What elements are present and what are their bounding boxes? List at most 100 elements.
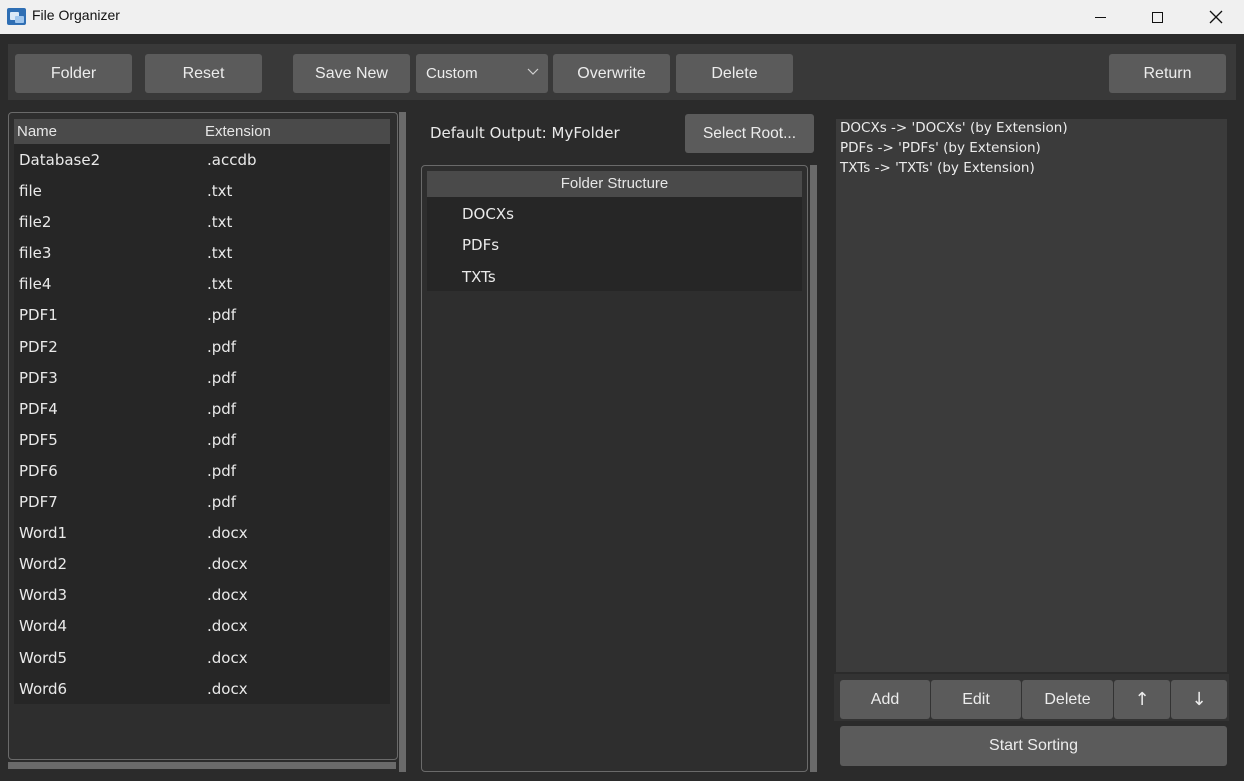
file-name-cell: Word4 — [19, 617, 68, 636]
move-down-icon[interactable]: ↓ — [1171, 680, 1227, 719]
table-row[interactable]: Word3 .docx — [14, 579, 390, 610]
table-row[interactable]: PDF3 .pdf — [14, 362, 390, 393]
rule-list-item[interactable]: TXTs -> 'TXTs' (by Extension) — [840, 160, 1035, 176]
minimize-button[interactable] — [1071, 0, 1129, 34]
title-bar: File Organizer — [0, 0, 1244, 34]
table-row[interactable]: file2 .txt — [14, 206, 390, 237]
file-name-cell: Word2 — [19, 555, 68, 574]
maximize-button[interactable] — [1128, 0, 1186, 34]
file-table-body: Database2 .accdb file .txt file2 .txt file3 .tx… — [14, 144, 390, 704]
column-header-name[interactable]: Name — [17, 123, 57, 140]
file-name-cell: PDF7 — [19, 493, 58, 512]
table-row[interactable]: PDF6 .pdf — [14, 455, 390, 486]
rule-list-item[interactable]: PDFs -> 'PDFs' (by Extension) — [840, 140, 1041, 156]
folder-structure-scrollbar[interactable] — [810, 165, 817, 772]
folder-tree-item-label: DOCXs — [462, 205, 514, 223]
file-extension-cell: .docx — [207, 524, 248, 543]
table-row[interactable]: PDF5 .pdf — [14, 424, 390, 455]
file-name-cell: Word3 — [19, 586, 68, 605]
table-row[interactable]: Word1 .docx — [14, 517, 390, 548]
file-extension-cell: .docx — [207, 648, 248, 667]
file-extension-cell: .docx — [207, 617, 248, 636]
file-table: Name Extension Database2 .accdb file .txt fi… — [14, 119, 390, 704]
file-name-cell: file4 — [19, 275, 52, 294]
file-name-cell: PDF4 — [19, 399, 58, 418]
file-extension-cell: .pdf — [207, 461, 237, 480]
rules-list[interactable]: DOCXs -> 'DOCXs' (by Extension) PDFs -> '… — [836, 119, 1227, 672]
table-row[interactable]: PDF4 .pdf — [14, 393, 390, 424]
column-header-extension[interactable]: Extension — [205, 123, 271, 140]
edit-rule-button[interactable]: Edit — [931, 680, 1021, 719]
reset-button[interactable]: Reset — [145, 54, 262, 93]
table-row[interactable]: PDF2 .pdf — [14, 331, 390, 362]
add-rule-button[interactable]: Add — [840, 680, 930, 719]
file-extension-cell: .txt — [207, 244, 233, 263]
window-title: File Organizer — [32, 7, 120, 23]
return-button[interactable]: Return — [1109, 54, 1226, 93]
folder-tree: Folder Structure DOCXs PDFs TXTs — [427, 171, 802, 291]
file-extension-cell: .pdf — [207, 493, 237, 512]
file-extension-cell: .txt — [207, 275, 233, 294]
file-name-cell: PDF6 — [19, 461, 58, 480]
table-row[interactable]: Word6 .docx — [14, 673, 390, 704]
file-name-cell: Word5 — [19, 648, 68, 667]
save-new-button[interactable]: Save New — [293, 54, 410, 93]
file-extension-cell: .pdf — [207, 399, 237, 418]
file-name-cell: PDF1 — [19, 306, 58, 325]
file-name-cell: PDF3 — [19, 368, 58, 387]
preset-select-value: Custom — [426, 65, 478, 82]
folder-tree-item[interactable]: TXTs — [427, 260, 802, 291]
file-name-cell: file2 — [19, 213, 52, 232]
folder-tree-item-label: PDFs — [462, 236, 500, 255]
folder-button[interactable]: Folder — [15, 54, 132, 93]
table-row[interactable]: PDF1 .pdf — [14, 299, 390, 330]
folder-tree-body: DOCXs PDFs TXTs — [427, 197, 802, 291]
app-icon — [7, 8, 26, 25]
delete-preset-button[interactable]: Delete — [676, 54, 793, 93]
move-up-icon[interactable]: ↑ — [1114, 680, 1170, 719]
file-name-cell: file3 — [19, 244, 52, 263]
file-list-vertical-scrollbar[interactable] — [399, 112, 406, 772]
delete-rule-button[interactable]: Delete — [1022, 680, 1113, 719]
table-row[interactable]: file .txt — [14, 175, 390, 206]
file-name-cell: PDF5 — [19, 430, 58, 449]
file-extension-cell: .docx — [207, 586, 248, 605]
table-row[interactable]: Word2 .docx — [14, 548, 390, 579]
table-row[interactable]: PDF7 .pdf — [14, 486, 390, 517]
default-output-label: Default Output: MyFolder — [430, 124, 620, 142]
file-extension-cell: .pdf — [207, 430, 237, 449]
maximize-icon — [1151, 11, 1163, 23]
folder-tree-item-label: TXTs — [462, 267, 496, 286]
table-row[interactable]: Word5 .docx — [14, 642, 390, 673]
rule-list-item[interactable]: DOCXs -> 'DOCXs' (by Extension) — [840, 120, 1068, 136]
table-row[interactable]: Word4 .docx — [14, 610, 390, 641]
folder-tree-header: Folder Structure — [427, 171, 802, 197]
file-name-cell: file — [19, 182, 42, 201]
file-extension-cell: .pdf — [207, 337, 237, 356]
overwrite-button[interactable]: Overwrite — [553, 54, 670, 93]
table-row[interactable]: Database2 .accdb — [14, 144, 390, 175]
preset-select[interactable]: Custom — [416, 54, 548, 93]
chevron-down-icon — [527, 68, 539, 75]
file-extension-cell: .txt — [207, 213, 233, 232]
folder-tree-item[interactable]: DOCXs — [427, 197, 802, 228]
file-list-horizontal-scrollbar[interactable] — [8, 762, 396, 769]
close-icon — [1209, 10, 1223, 24]
close-button[interactable] — [1187, 0, 1244, 34]
file-extension-cell: .txt — [207, 182, 233, 201]
file-extension-cell: .docx — [207, 555, 248, 574]
folder-tree-item[interactable]: PDFs — [427, 228, 802, 259]
file-extension-cell: .docx — [207, 679, 248, 698]
file-name-cell: Word6 — [19, 679, 68, 698]
file-name-cell: Database2 — [19, 151, 101, 169]
file-extension-cell: .accdb — [207, 151, 257, 169]
start-sorting-button[interactable]: Start Sorting — [840, 726, 1227, 766]
file-name-cell: PDF2 — [19, 337, 58, 356]
minimize-icon — [1094, 16, 1106, 18]
select-root-button[interactable]: Select Root... — [685, 114, 814, 153]
table-row[interactable]: file3 .txt — [14, 237, 390, 268]
table-row[interactable]: file4 .txt — [14, 268, 390, 299]
file-extension-cell: .pdf — [207, 306, 237, 325]
file-table-header: Name Extension — [14, 119, 390, 144]
file-name-cell: Word1 — [19, 524, 68, 543]
